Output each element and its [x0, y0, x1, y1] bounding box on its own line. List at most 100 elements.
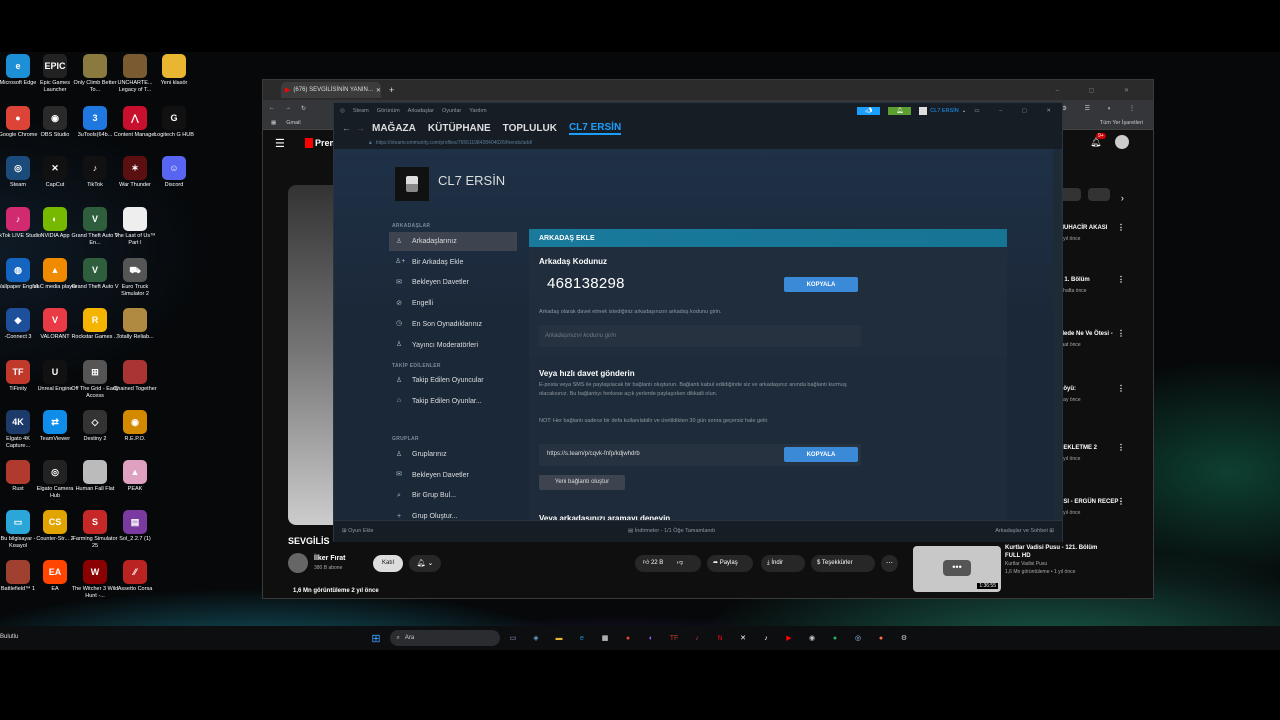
steam-menu-friends-item[interactable]: ⊘ Engelli	[389, 294, 517, 313]
window-controls[interactable]: – ▢ ✕	[1056, 87, 1143, 94]
obs-icon[interactable]: ◉	[806, 632, 819, 645]
steam-menu-item[interactable]: Oyunlar	[442, 108, 461, 114]
files-icon[interactable]: ▭	[507, 632, 520, 645]
like-button[interactable]: 👍︎ 22 B 👎︎	[635, 555, 701, 572]
copilot-icon[interactable]: ◈	[530, 632, 543, 645]
store-icon[interactable]: ▦	[599, 632, 612, 645]
settings-icon[interactable]: ⚙	[898, 632, 911, 645]
more-vert-icon[interactable]: ⋮	[1117, 444, 1125, 452]
side-video-item[interactable]: ASI - ERGÜN RECEP - 2 yıl önce ⋮	[1059, 498, 1147, 517]
desktop-icon[interactable]: ▲ PEAK	[111, 460, 159, 493]
spotify-icon[interactable]: ●	[829, 632, 842, 645]
thanks-button[interactable]: $ Teşekkürler	[811, 555, 875, 572]
reload-icon[interactable]: ↻	[301, 105, 306, 112]
desktop-icon[interactable]: ⁄⁄ Assetto Corsa	[111, 560, 159, 593]
steam-nav-0[interactable]: MAĞAZA	[372, 123, 416, 134]
steam-icon[interactable]: ◎	[852, 632, 865, 645]
thumb-down-icon[interactable]: 👎︎	[677, 560, 683, 566]
friend-code-input[interactable]: Arkadaşınızın kodunu girin	[539, 325, 861, 347]
tifinity-icon[interactable]: TF	[668, 632, 681, 645]
edge-icon[interactable]: e	[576, 632, 589, 645]
steam-menu-groups-item[interactable]: ⌕ Bir Grup Bul...	[389, 486, 517, 505]
steam-menu-friends-item[interactable]: ♙ Arkadaşlarınız	[389, 232, 517, 251]
more-vert-icon[interactable]: ⋮	[1117, 330, 1125, 338]
steam-menu-groups-item[interactable]: ♙ Gruplarınız	[389, 445, 517, 464]
explorer-icon[interactable]: ▬	[553, 632, 566, 645]
desktop-icon[interactable]: G Logitech G HUB	[150, 106, 198, 139]
menu-icon[interactable]: ☰	[275, 137, 285, 150]
add-game-button[interactable]: ⊞ Oyun Ekle	[342, 528, 374, 534]
desktop-icon[interactable]: Totally Reliab...	[111, 308, 159, 341]
bookmark-gmail[interactable]: Gmail	[286, 120, 300, 126]
more-vert-icon[interactable]: ⋮	[1117, 276, 1125, 284]
steam-menu-friends-item[interactable]: ✉ Bekleyen Davetler	[389, 273, 517, 292]
steam-nav-2[interactable]: TOPLULUK	[503, 123, 557, 134]
tiktok-icon[interactable]: ♪	[760, 632, 773, 645]
desktop-icon[interactable]: ▤ Sol_2.2.7 (1)	[111, 510, 159, 543]
steam-menu-friends-item[interactable]: ♙+ Bir Arkadaş Ekle	[389, 253, 517, 272]
steam-menu-groups-item[interactable]: + Grup Oluştur...	[389, 507, 517, 520]
side-video-item[interactable]: BEKLETME 2 2 yıl önce ⋮	[1059, 444, 1147, 463]
avatar[interactable]	[1115, 135, 1129, 149]
desktop-icon[interactable]: Chained Together	[111, 360, 159, 393]
side-video-item[interactable]: MUHACİR AKASI 2 yıl önce ⋮	[1059, 224, 1147, 243]
chrome-icon[interactable]: ●	[622, 632, 635, 645]
apps-icon[interactable]: ▦	[271, 120, 276, 126]
steam-menu-item[interactable]: Görünüm	[377, 108, 400, 114]
side-video-item[interactable]: elede Ne Ve Ötesi - saat önce ⋮	[1059, 330, 1147, 349]
download-button[interactable]: ⤓ İndir	[761, 555, 805, 572]
nav-back-icon[interactable]: ←	[342, 123, 351, 133]
netflix-icon[interactable]: N	[714, 632, 727, 645]
youtube-icon[interactable]: ▶	[783, 632, 796, 645]
more-vert-icon[interactable]: ⋮	[1117, 224, 1125, 232]
bookmarks-all[interactable]: Tüm Yer İşaretleri	[1100, 120, 1143, 126]
browser-tab[interactable]: ▶ (676) SEVGİLİSİNİN YANIN... ✕	[281, 82, 381, 98]
copy-link-button[interactable]: KOPYALA	[784, 447, 858, 462]
steam-menu-item[interactable]: Steam	[353, 108, 369, 114]
steam-nav-3[interactable]: CL7 ERSİN	[568, 122, 622, 135]
forward-icon[interactable]: →	[285, 105, 291, 111]
weather-label[interactable]: Bulutlu	[0, 634, 18, 640]
announce-button[interactable]: 📣︎	[857, 107, 881, 115]
desktop-icon[interactable]: Yeni klasör	[150, 54, 198, 87]
nav-forward-icon[interactable]: →	[356, 123, 365, 133]
steam-menu-item[interactable]: Yardım	[469, 108, 486, 114]
profile-avatar[interactable]	[395, 167, 429, 201]
steam-window-controls[interactable]: ▭ – ▢ ✕	[974, 108, 1060, 114]
steam-menu-following-item[interactable]: ⌂ Takip Edilen Oyunlar...	[389, 392, 517, 411]
steam-nav-1[interactable]: KÜTÜPHANE	[428, 123, 491, 134]
taskbar-search[interactable]: ⌕ Ara	[389, 630, 500, 646]
more-button[interactable]: ⋯	[881, 555, 898, 572]
new-link-button[interactable]: Yeni bağlantı oluştur	[539, 475, 625, 490]
desktop-icon[interactable]: ☺ Discord	[150, 156, 198, 189]
app-icon[interactable]: ◐	[645, 632, 658, 645]
steam-url-bar[interactable]: 🔒︎ https://steamcommunity.com/profiles/7…	[334, 137, 1062, 148]
account-menu[interactable]: CL7 ERSİN ⌄	[919, 107, 966, 115]
desktop-icon[interactable]: ⛟ Euro Truck Simulator 2	[111, 258, 159, 297]
start-icon[interactable]: ⊞	[370, 632, 383, 645]
channel-avatar[interactable]	[288, 553, 308, 573]
join-button[interactable]: Katıl	[373, 555, 403, 572]
recommendation-thumbnail[interactable]: ••• 1:36:55	[913, 546, 1001, 592]
steam-menu-item[interactable]: Arkadaşlar	[408, 108, 434, 114]
steam-menu-friends-item[interactable]: ♙ Yayıncı Moderatörleri	[389, 336, 517, 355]
recommendation-info[interactable]: Kurtlar Vadisi Pusu - 121. Bölüm FULL HD…	[1005, 544, 1105, 576]
tiktok-studio-icon[interactable]: ♪	[691, 632, 704, 645]
capcut-icon[interactable]: ✕	[737, 632, 750, 645]
steam-menu-following-item[interactable]: ♙ Takip Edilen Oyuncular	[389, 371, 517, 390]
downloads-status[interactable]: ▤ İndirmeler - 1/1 Öğe Tamamlandı	[628, 528, 715, 534]
channel-name[interactable]: İlker Fırat	[314, 555, 346, 562]
friends-chat-button[interactable]: Arkadaşlar ve Sohbet ⊞	[995, 528, 1054, 534]
firefox-icon[interactable]: ●	[875, 632, 888, 645]
desktop-icon[interactable]: ◉ R.E.P.O.	[111, 410, 159, 443]
side-video-item[interactable]: n 1. Bölüm 3 hafta önce ⋮	[1059, 276, 1147, 295]
more-vert-icon[interactable]: ⋮	[1117, 385, 1125, 393]
desktop-icon[interactable]: The Last of Us™ Part I	[111, 207, 159, 246]
video-player[interactable]	[288, 185, 334, 525]
new-tab-button[interactable]: +	[389, 85, 394, 95]
notification-button[interactable]: 🔔︎	[888, 107, 912, 115]
steam-menu-groups-item[interactable]: ✉ Bekleyen Davetler	[389, 466, 517, 485]
steam-scrollbar[interactable]	[1053, 149, 1061, 520]
extensions-right[interactable]: ⚙ ☰ ◐ ⋮	[1062, 105, 1143, 112]
close-icon[interactable]: ✕	[376, 87, 381, 94]
